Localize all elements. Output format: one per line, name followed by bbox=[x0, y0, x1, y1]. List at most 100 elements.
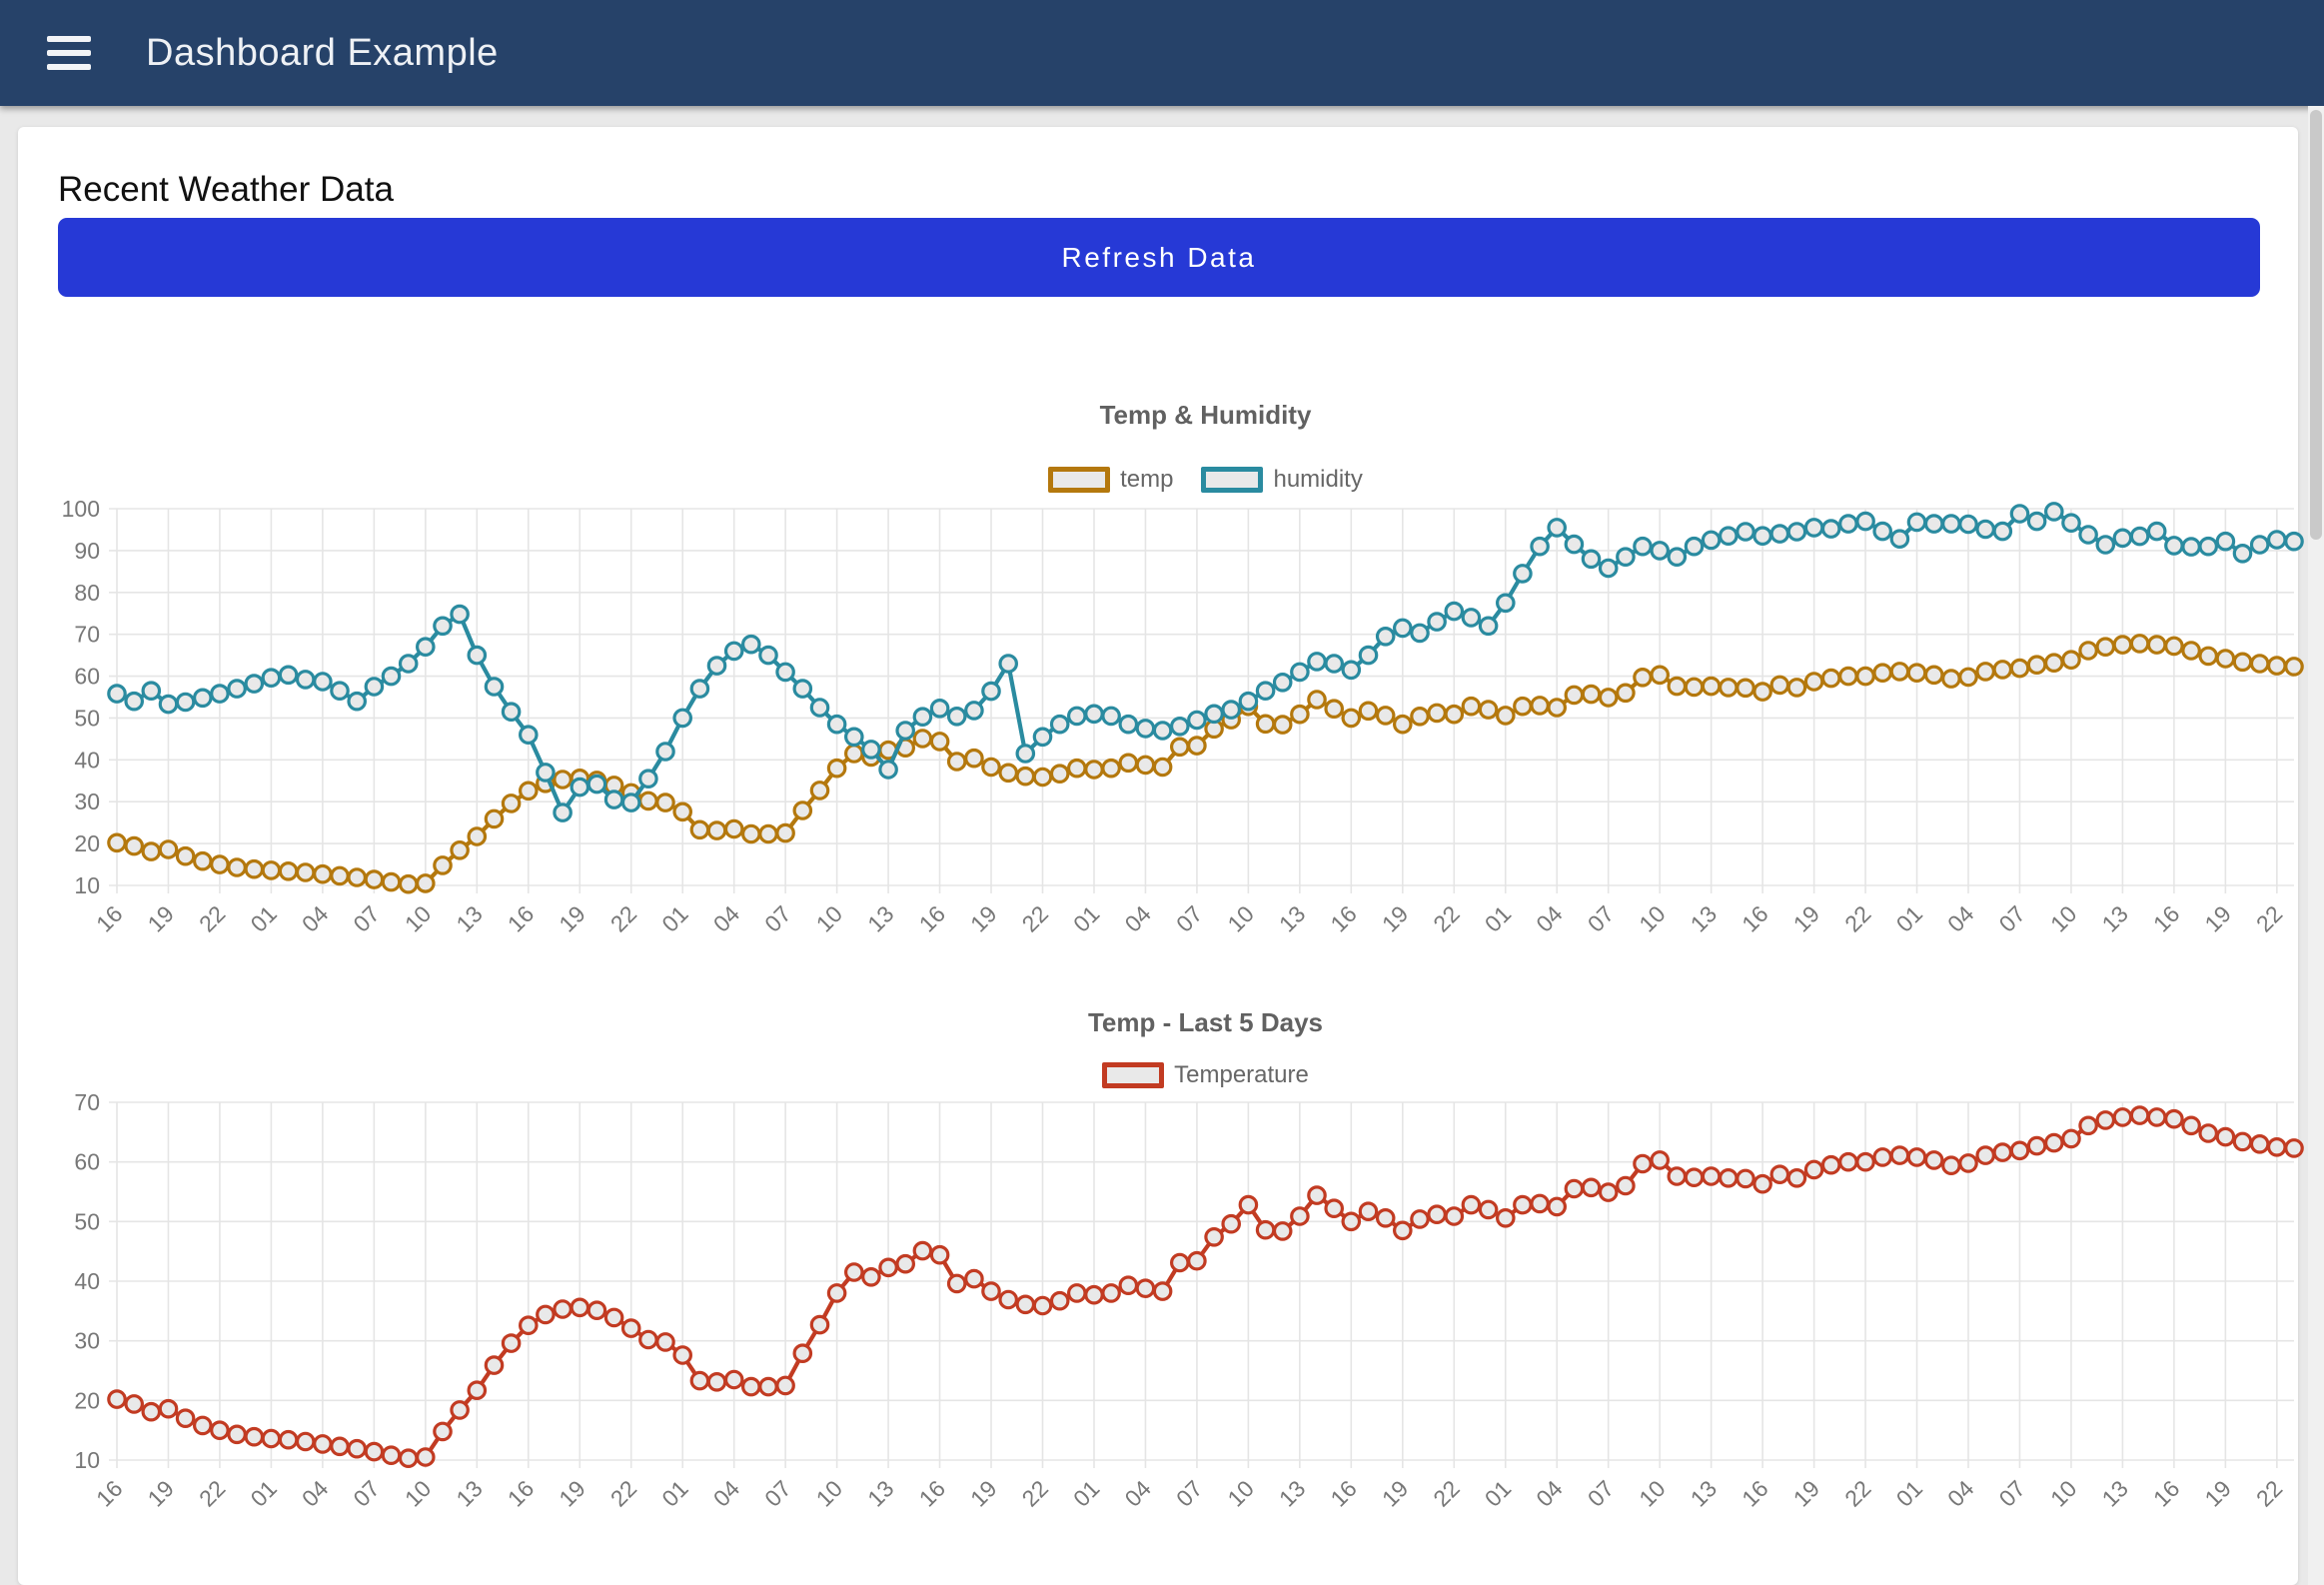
svg-text:16: 16 bbox=[1325, 1475, 1361, 1511]
svg-text:22: 22 bbox=[1839, 900, 1875, 936]
svg-text:04: 04 bbox=[1120, 1475, 1157, 1512]
svg-text:19: 19 bbox=[2199, 1475, 2235, 1511]
svg-text:22: 22 bbox=[1017, 900, 1053, 936]
svg-text:10: 10 bbox=[2045, 900, 2081, 936]
svg-text:04: 04 bbox=[297, 1475, 334, 1512]
svg-text:22: 22 bbox=[1428, 1475, 1464, 1511]
svg-text:10: 10 bbox=[1222, 900, 1258, 936]
svg-text:13: 13 bbox=[1686, 1475, 1722, 1511]
svg-text:04: 04 bbox=[297, 900, 334, 937]
svg-text:22: 22 bbox=[1017, 1475, 1053, 1511]
svg-text:22: 22 bbox=[2251, 1475, 2287, 1511]
svg-text:07: 07 bbox=[759, 1475, 795, 1511]
svg-text:10: 10 bbox=[811, 900, 847, 936]
weather-charts-canvas[interactable]: 1009080706050403020101619220104071013161… bbox=[0, 0, 2324, 1585]
svg-text:07: 07 bbox=[759, 900, 795, 936]
svg-text:22: 22 bbox=[2251, 900, 2287, 936]
svg-text:04: 04 bbox=[1942, 1475, 1979, 1512]
svg-text:90: 90 bbox=[74, 538, 100, 564]
svg-text:01: 01 bbox=[1891, 900, 1927, 936]
svg-text:04: 04 bbox=[1942, 900, 1979, 937]
dashboard-page: Dashboard Example Recent Weather Data Re… bbox=[0, 0, 2324, 1585]
svg-text:01: 01 bbox=[656, 900, 692, 936]
svg-text:16: 16 bbox=[503, 900, 539, 936]
svg-text:07: 07 bbox=[1994, 1475, 2030, 1511]
svg-text:01: 01 bbox=[1068, 1475, 1104, 1511]
svg-text:16: 16 bbox=[2148, 900, 2184, 936]
svg-text:19: 19 bbox=[965, 900, 1001, 936]
svg-text:13: 13 bbox=[2096, 1475, 2132, 1511]
svg-text:19: 19 bbox=[2199, 900, 2235, 936]
svg-text:22: 22 bbox=[1839, 1475, 1875, 1511]
svg-text:01: 01 bbox=[1480, 900, 1516, 936]
svg-text:22: 22 bbox=[605, 1475, 641, 1511]
svg-text:16: 16 bbox=[1737, 900, 1772, 936]
svg-text:16: 16 bbox=[1325, 900, 1361, 936]
svg-text:20: 20 bbox=[74, 1387, 100, 1413]
svg-text:01: 01 bbox=[656, 1475, 692, 1511]
svg-text:50: 50 bbox=[74, 1208, 100, 1234]
svg-text:13: 13 bbox=[1274, 1475, 1310, 1511]
svg-text:30: 30 bbox=[74, 789, 100, 814]
svg-text:10: 10 bbox=[74, 872, 100, 898]
svg-text:13: 13 bbox=[2096, 900, 2132, 936]
svg-text:22: 22 bbox=[194, 900, 230, 936]
svg-text:19: 19 bbox=[1788, 1475, 1824, 1511]
svg-text:07: 07 bbox=[1171, 900, 1207, 936]
svg-text:16: 16 bbox=[914, 1475, 950, 1511]
svg-text:22: 22 bbox=[194, 1475, 230, 1511]
chart-2-plot[interactable]: 7060504030201016192201040710131619220104… bbox=[74, 1089, 2302, 1512]
svg-text:50: 50 bbox=[74, 705, 100, 731]
svg-text:19: 19 bbox=[965, 1475, 1001, 1511]
svg-text:40: 40 bbox=[74, 747, 100, 773]
axis-tick-labels: 7060504030201016192201040710131619220104… bbox=[74, 1089, 2287, 1512]
page-scrollbar[interactable] bbox=[2308, 106, 2324, 1585]
chart-1-plot[interactable]: 1009080706050403020101619220104071013161… bbox=[62, 496, 2303, 937]
svg-text:22: 22 bbox=[605, 900, 641, 936]
svg-text:01: 01 bbox=[1480, 1475, 1516, 1511]
series-temp bbox=[109, 636, 2302, 892]
svg-text:10: 10 bbox=[1222, 1475, 1258, 1511]
svg-text:07: 07 bbox=[348, 1475, 384, 1511]
svg-text:01: 01 bbox=[1891, 1475, 1927, 1511]
svg-text:30: 30 bbox=[74, 1328, 100, 1354]
svg-text:19: 19 bbox=[143, 1475, 179, 1511]
svg-text:04: 04 bbox=[1531, 1475, 1568, 1512]
svg-text:13: 13 bbox=[451, 900, 487, 936]
svg-text:04: 04 bbox=[708, 1475, 745, 1512]
svg-text:20: 20 bbox=[74, 830, 100, 856]
axis-tick-labels: 1009080706050403020101619220104071013161… bbox=[62, 496, 2288, 937]
svg-text:60: 60 bbox=[74, 1149, 100, 1175]
svg-text:19: 19 bbox=[1377, 1475, 1413, 1511]
svg-text:07: 07 bbox=[1171, 1475, 1207, 1511]
svg-text:07: 07 bbox=[348, 900, 384, 936]
svg-text:04: 04 bbox=[1531, 900, 1568, 937]
svg-text:70: 70 bbox=[74, 1089, 100, 1115]
svg-text:04: 04 bbox=[1120, 900, 1157, 937]
svg-text:19: 19 bbox=[143, 900, 179, 936]
svg-text:60: 60 bbox=[74, 664, 100, 690]
svg-text:10: 10 bbox=[1634, 1475, 1670, 1511]
svg-text:10: 10 bbox=[400, 1475, 436, 1511]
svg-text:19: 19 bbox=[554, 1475, 589, 1511]
svg-text:04: 04 bbox=[708, 900, 745, 937]
svg-text:10: 10 bbox=[1634, 900, 1670, 936]
svg-text:10: 10 bbox=[811, 1475, 847, 1511]
svg-text:100: 100 bbox=[62, 496, 100, 522]
svg-text:10: 10 bbox=[74, 1447, 100, 1473]
svg-text:07: 07 bbox=[1994, 900, 2030, 936]
svg-text:16: 16 bbox=[914, 900, 950, 936]
svg-text:07: 07 bbox=[1583, 900, 1619, 936]
svg-text:13: 13 bbox=[1274, 900, 1310, 936]
svg-text:80: 80 bbox=[74, 580, 100, 606]
svg-text:16: 16 bbox=[91, 1475, 127, 1511]
svg-text:10: 10 bbox=[2045, 1475, 2081, 1511]
svg-text:07: 07 bbox=[1583, 1475, 1619, 1511]
svg-text:19: 19 bbox=[1377, 900, 1413, 936]
svg-text:01: 01 bbox=[245, 1475, 281, 1511]
svg-text:13: 13 bbox=[451, 1475, 487, 1511]
svg-text:22: 22 bbox=[1428, 900, 1464, 936]
svg-text:19: 19 bbox=[554, 900, 589, 936]
scrollbar-thumb[interactable] bbox=[2310, 110, 2322, 540]
svg-text:13: 13 bbox=[1686, 900, 1722, 936]
